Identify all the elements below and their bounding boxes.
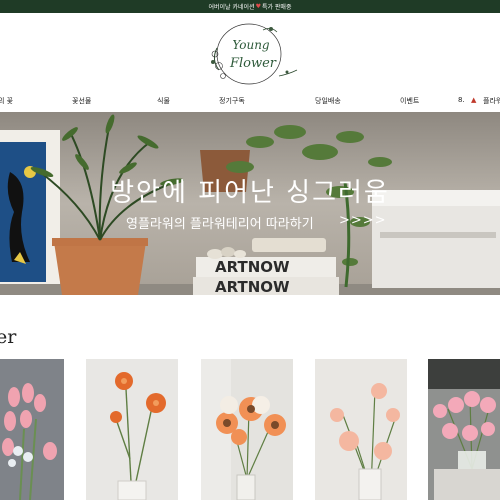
- nav-item-flower-class[interactable]: 플라워: [483, 96, 500, 106]
- product-card[interactable]: [428, 359, 500, 500]
- nav-item-subscription[interactable]: 정기구독: [219, 96, 245, 106]
- product-image: [315, 359, 407, 500]
- heart-icon: ♥: [255, 3, 261, 10]
- logo-wreath-icon: Young Flower: [211, 23, 298, 85]
- sale-icon: ▲: [471, 96, 477, 104]
- nav-item-flowers[interactable]: 의 꽃: [0, 96, 13, 106]
- logo-text-flower: Flower: [229, 56, 277, 71]
- product-image: [86, 359, 178, 500]
- hero-subtitle: 영플라워의 플라워테리어 따라하기: [126, 217, 314, 232]
- nav-item-event[interactable]: 이벤트: [400, 96, 419, 106]
- announcement-text-2: 특가 판매중: [261, 4, 292, 11]
- main-nav: 의 꽃 꽃선물 식물 정기구독 당일배송 이벤트 8. ▲ 플라워: [0, 94, 500, 108]
- nav-item-extra[interactable]: 8.: [458, 96, 465, 104]
- announcement-bar[interactable]: 어버이날 카네이션 ♥ 특가 판매중: [0, 0, 500, 13]
- book-title-2: ARTNOW: [215, 278, 290, 295]
- product-image: [201, 359, 293, 500]
- nav-item-gift[interactable]: 꽃선물: [72, 96, 91, 106]
- hero-title: 방안에 피어난 싱그러움: [110, 178, 390, 208]
- product-image: [0, 359, 64, 500]
- product-card[interactable]: [86, 359, 178, 500]
- nav-item-plants[interactable]: 식물: [157, 96, 170, 106]
- book-title: ARTNOW: [215, 258, 290, 276]
- nav-item-same-day[interactable]: 당일배송: [315, 96, 341, 106]
- section-title: er: [0, 326, 17, 348]
- logo-text-young: Young: [232, 38, 270, 52]
- product-card[interactable]: [0, 359, 64, 500]
- product-image: [428, 359, 500, 500]
- product-card[interactable]: [315, 359, 407, 500]
- hero-banner[interactable]: ARTNOW ARTNOW 방안에 피어난 싱그러움 영플라워의 플라워테리어 …: [0, 112, 500, 295]
- brand-logo[interactable]: Young Flower: [201, 20, 301, 90]
- product-card[interactable]: [201, 359, 293, 500]
- announcement-text: 어버이날 카네이션: [208, 4, 255, 11]
- hero-arrow-icon[interactable]: >>>>: [339, 213, 387, 228]
